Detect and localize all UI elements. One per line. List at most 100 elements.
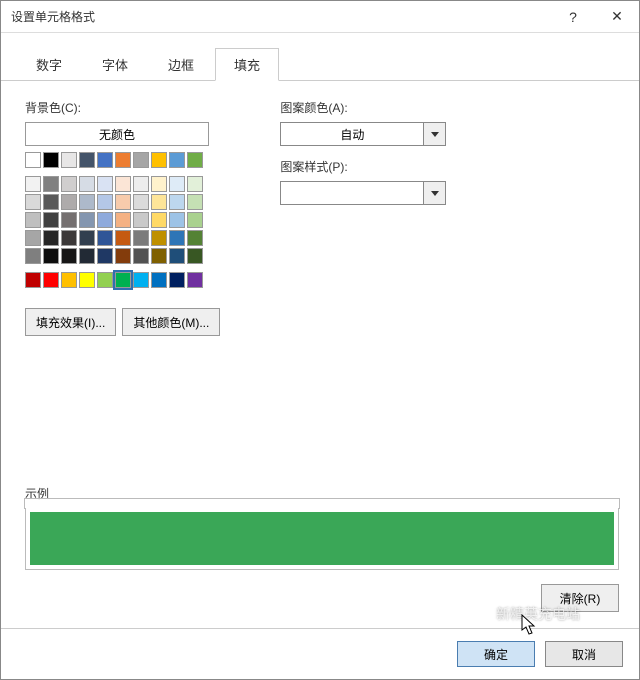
theme-color-row <box>25 152 220 170</box>
pattern-color-dropdown[interactable]: 自动 <box>280 122 446 146</box>
chevron-down-icon <box>423 123 445 145</box>
color-swatch[interactable] <box>25 272 41 288</box>
color-swatch[interactable] <box>151 152 167 168</box>
color-swatch[interactable] <box>187 212 203 228</box>
color-swatch[interactable] <box>151 176 167 192</box>
tab-填充[interactable]: 填充 <box>215 48 279 81</box>
tab-字体[interactable]: 字体 <box>83 48 147 81</box>
color-swatch[interactable] <box>79 176 95 192</box>
color-swatch[interactable] <box>151 272 167 288</box>
color-swatch[interactable] <box>115 230 131 246</box>
color-swatch[interactable] <box>61 272 77 288</box>
color-swatch[interactable] <box>97 212 113 228</box>
color-swatch[interactable] <box>169 194 185 210</box>
color-swatch[interactable] <box>169 152 185 168</box>
color-swatch[interactable] <box>187 230 203 246</box>
color-swatch[interactable] <box>133 248 149 264</box>
color-swatch[interactable] <box>25 230 41 246</box>
color-swatch[interactable] <box>43 176 59 192</box>
chevron-down-icon <box>423 182 445 204</box>
color-swatch[interactable] <box>61 152 77 168</box>
help-button[interactable]: ? <box>551 1 595 33</box>
color-swatch[interactable] <box>25 152 41 168</box>
color-swatch[interactable] <box>115 248 131 264</box>
color-swatch[interactable] <box>43 152 59 168</box>
color-swatch[interactable] <box>115 212 131 228</box>
color-swatch[interactable] <box>97 152 113 168</box>
color-swatch[interactable] <box>25 212 41 228</box>
color-swatch[interactable] <box>43 230 59 246</box>
no-color-button[interactable]: 无颜色 <box>25 122 209 146</box>
color-swatch[interactable] <box>115 176 131 192</box>
color-swatch[interactable] <box>79 248 95 264</box>
sample-preview <box>25 508 619 570</box>
color-swatch[interactable] <box>169 212 185 228</box>
color-swatch[interactable] <box>97 248 113 264</box>
color-swatch[interactable] <box>169 176 185 192</box>
color-swatch[interactable] <box>61 194 77 210</box>
color-swatch[interactable] <box>115 152 131 168</box>
color-swatch[interactable] <box>133 152 149 168</box>
color-swatch[interactable] <box>115 194 131 210</box>
fill-effects-button[interactable]: 填充效果(I)... <box>25 308 116 336</box>
format-cells-dialog: 设置单元格格式 ? ✕ 数字字体边框填充 背景色(C): 无颜色 填充效果(I)… <box>0 0 640 680</box>
sample-fill <box>30 512 614 565</box>
color-swatch[interactable] <box>97 194 113 210</box>
clear-button[interactable]: 清除(R) <box>541 584 619 612</box>
close-button[interactable]: ✕ <box>595 1 639 33</box>
color-swatch[interactable] <box>151 230 167 246</box>
color-swatch[interactable] <box>187 272 203 288</box>
color-swatch[interactable] <box>97 272 113 288</box>
color-swatch[interactable] <box>25 248 41 264</box>
pattern-style-dropdown[interactable] <box>280 181 446 205</box>
tab-bar: 数字字体边框填充 <box>1 33 639 81</box>
color-swatch[interactable] <box>61 230 77 246</box>
color-swatch[interactable] <box>43 194 59 210</box>
cancel-button[interactable]: 取消 <box>545 641 623 667</box>
color-swatch[interactable] <box>133 272 149 288</box>
background-color-section: 背景色(C): 无颜色 填充效果(I)... 其他颜色(M)... <box>25 99 220 336</box>
color-swatch[interactable] <box>133 194 149 210</box>
color-swatch[interactable] <box>133 230 149 246</box>
color-swatch[interactable] <box>115 272 131 288</box>
color-swatch[interactable] <box>43 272 59 288</box>
color-swatch[interactable] <box>169 272 185 288</box>
color-swatch[interactable] <box>97 176 113 192</box>
color-swatch[interactable] <box>187 248 203 264</box>
ok-button[interactable]: 确定 <box>457 641 535 667</box>
color-swatch[interactable] <box>79 212 95 228</box>
color-swatch[interactable] <box>169 248 185 264</box>
titlebar: 设置单元格格式 ? ✕ <box>1 1 639 33</box>
fill-panel: 背景色(C): 无颜色 填充效果(I)... 其他颜色(M)... 图案颜色(A… <box>1 81 639 628</box>
color-swatch[interactable] <box>151 212 167 228</box>
color-swatch[interactable] <box>187 176 203 192</box>
pattern-section: 图案颜色(A): 自动 图案样式(P): <box>280 99 446 336</box>
color-swatch[interactable] <box>187 194 203 210</box>
shade-color-grid <box>25 176 220 266</box>
color-swatch[interactable] <box>79 272 95 288</box>
color-swatch[interactable] <box>61 176 77 192</box>
color-swatch[interactable] <box>97 230 113 246</box>
color-swatch[interactable] <box>133 176 149 192</box>
color-swatch[interactable] <box>61 212 77 228</box>
color-swatch[interactable] <box>187 152 203 168</box>
color-swatch[interactable] <box>169 230 185 246</box>
color-swatch[interactable] <box>133 212 149 228</box>
color-swatch[interactable] <box>79 194 95 210</box>
pattern-color-value: 自动 <box>281 126 423 143</box>
more-colors-button[interactable]: 其他颜色(M)... <box>122 308 220 336</box>
color-swatch[interactable] <box>43 248 59 264</box>
color-swatch[interactable] <box>79 230 95 246</box>
tab-数字[interactable]: 数字 <box>17 48 81 81</box>
tab-边框[interactable]: 边框 <box>149 48 213 81</box>
standard-color-row <box>25 272 220 290</box>
color-swatch[interactable] <box>25 176 41 192</box>
color-swatch[interactable] <box>43 212 59 228</box>
color-swatch[interactable] <box>25 194 41 210</box>
color-swatch[interactable] <box>151 194 167 210</box>
color-swatch[interactable] <box>79 152 95 168</box>
color-swatch[interactable] <box>61 248 77 264</box>
background-color-label: 背景色(C): <box>25 99 220 116</box>
color-swatch[interactable] <box>151 248 167 264</box>
pattern-color-label: 图案颜色(A): <box>280 99 446 116</box>
